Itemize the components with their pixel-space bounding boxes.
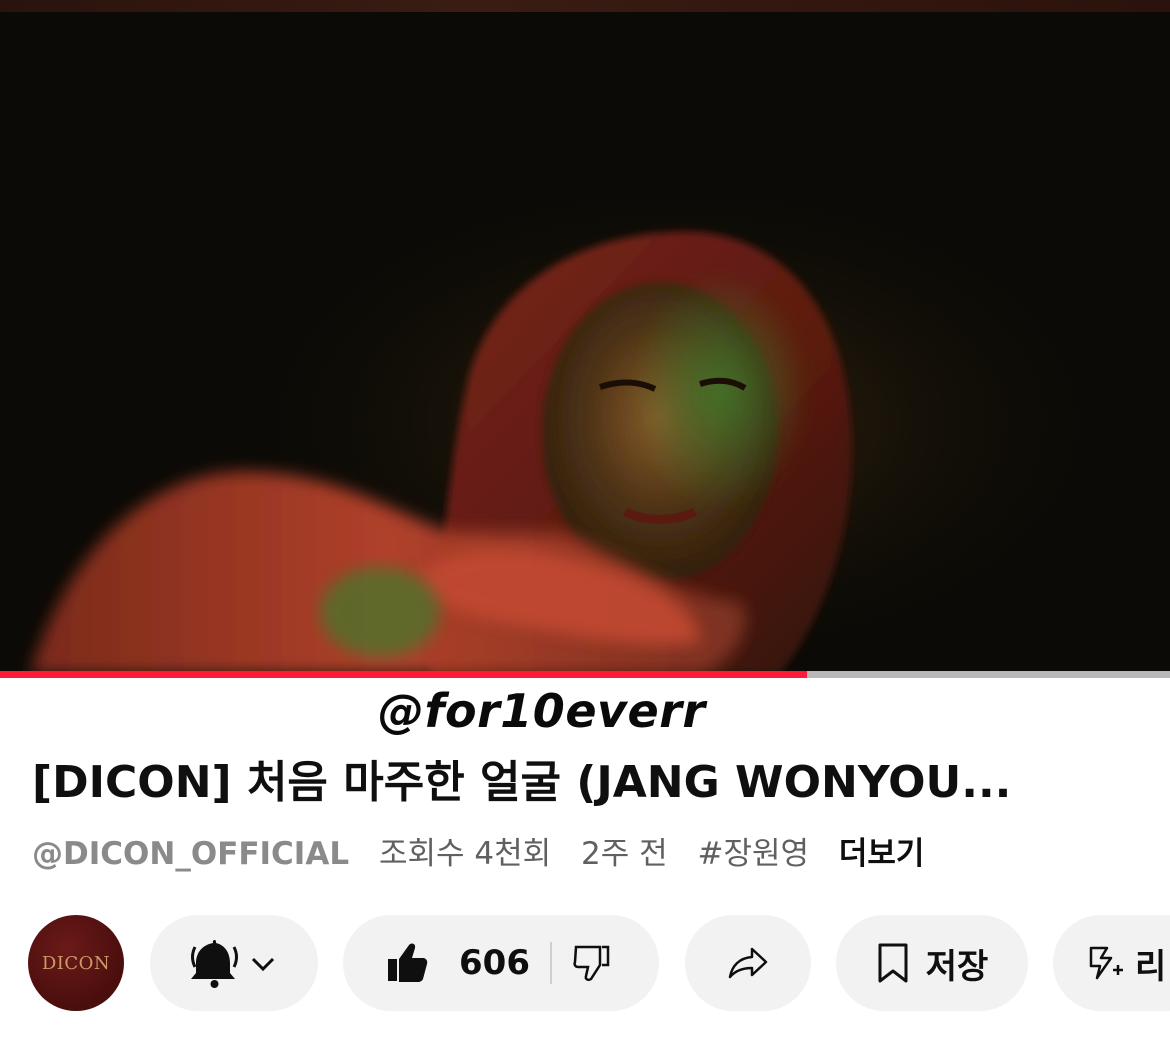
share-button[interactable] <box>685 915 811 1011</box>
more-link[interactable]: 더보기 <box>839 836 925 872</box>
remix-icon <box>1089 946 1123 980</box>
channel-handle[interactable]: @DICON_OFFICIAL <box>32 836 349 872</box>
remix-label: 리 <box>1135 946 1167 987</box>
notification-button[interactable] <box>150 915 318 1011</box>
avatar-logo-text: DICON <box>41 952 111 974</box>
progress-bar[interactable] <box>0 671 1170 678</box>
like-dislike-group: 606 <box>343 915 659 1011</box>
video-frame <box>0 12 1170 674</box>
bell-icon <box>191 940 275 988</box>
video-title[interactable]: [DICON] 처음 마주한 얼굴 (JANG WONYOU... <box>32 746 1152 810</box>
upload-age: 2주 전 <box>581 836 668 872</box>
watermark: @for10everr <box>378 684 706 738</box>
video-player[interactable] <box>0 12 1170 674</box>
view-count: 조회수 4천회 <box>378 836 552 872</box>
like-divider <box>549 942 552 984</box>
video-meta[interactable]: @DICON_OFFICIAL 조회수 4천회 2주 전 #장원영 더보기 <box>32 828 944 873</box>
save-button[interactable]: 저장 <box>836 915 1028 1011</box>
save-label: 저장 <box>925 946 989 987</box>
thumbs-up-icon[interactable] <box>385 941 429 985</box>
like-count[interactable]: 606 <box>459 943 530 983</box>
thumbs-down-icon[interactable] <box>572 943 612 983</box>
bookmark-icon <box>878 943 908 983</box>
progress-bar-fill <box>0 671 808 678</box>
share-icon <box>728 947 768 979</box>
remix-button[interactable]: 리 <box>1053 915 1170 1011</box>
hashtag[interactable]: #장원영 <box>697 836 809 872</box>
top-strip <box>0 0 1170 12</box>
channel-avatar[interactable]: DICON <box>28 915 124 1011</box>
